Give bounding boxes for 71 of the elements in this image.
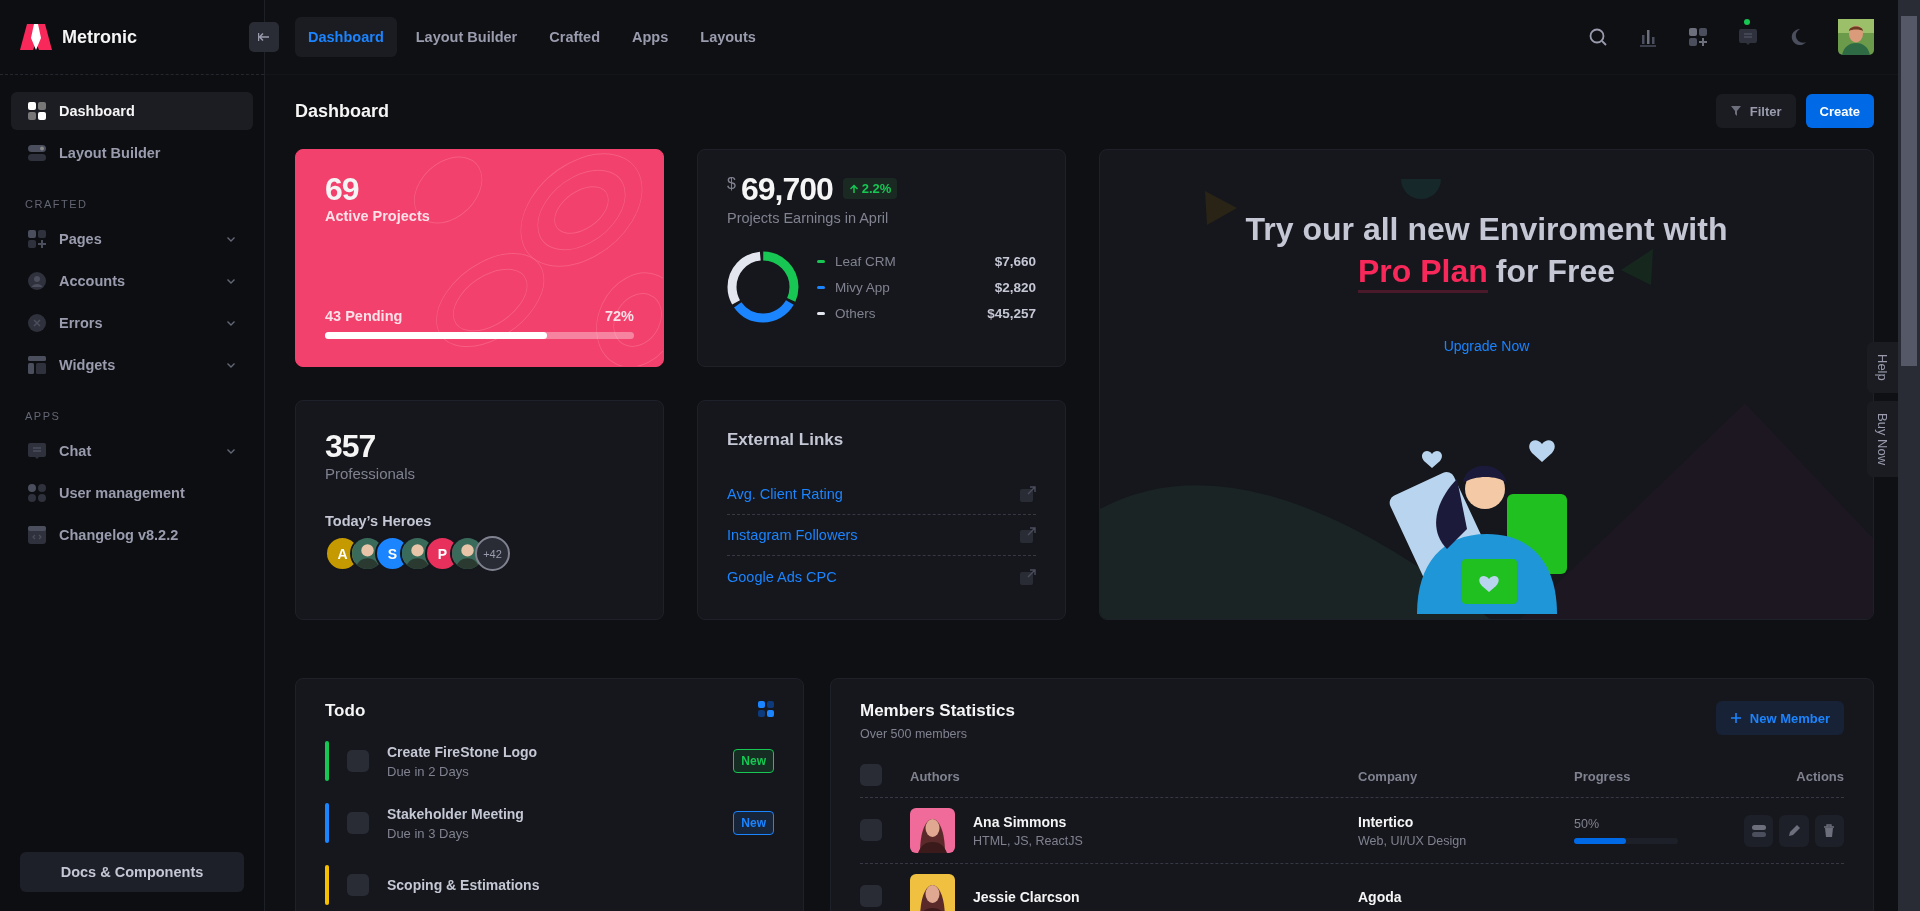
member-name: Jessie Clarcson	[973, 888, 1080, 905]
page-title: Dashboard	[295, 100, 391, 122]
percent-label: 72%	[604, 308, 634, 324]
sidebar-item[interactable]: Pages	[11, 220, 253, 258]
banner-highlight: Pro Plan	[1358, 253, 1488, 293]
nav-tab[interactable]: Crafted	[536, 17, 614, 57]
progress-label: 50%	[1574, 817, 1601, 831]
status-badge: New	[733, 811, 774, 835]
stat-label: Professionals	[325, 465, 417, 482]
heroes-title: Today’s Heroes	[325, 513, 433, 529]
due-date: Due in 3 Days	[387, 825, 470, 841]
external-link[interactable]: Google Ads CPC	[727, 568, 837, 585]
new-member-button[interactable]: New Member	[1715, 701, 1844, 735]
column-header: Progress	[1574, 768, 1631, 784]
member-name: Ana Simmons	[973, 813, 1068, 830]
legend-amount: $7,660	[994, 253, 1036, 269]
docs-button[interactable]: Docs & Components	[20, 852, 244, 892]
todo-title: Create FireStone Logo	[387, 743, 539, 760]
legend-amount: $2,820	[994, 279, 1036, 295]
todo-title: Stakeholder Meeting	[387, 805, 525, 822]
external-link[interactable]: Avg. Client Rating	[727, 486, 843, 502]
company-name: Intertico	[1358, 813, 1415, 830]
nav-tab[interactable]: Layouts	[687, 17, 769, 57]
external-link[interactable]: Instagram Followers	[727, 527, 858, 543]
brand-name: Metronic	[62, 26, 137, 48]
column-header: Company	[1358, 768, 1418, 784]
create-button[interactable]: Create	[1805, 94, 1874, 128]
legend-label: Others	[835, 305, 877, 321]
stat-value: 69	[325, 170, 360, 208]
filter-button[interactable]: Filter	[1715, 94, 1796, 128]
sidebar-item[interactable]: Layout Builder	[11, 134, 253, 172]
side-tab[interactable]: Help	[1867, 342, 1898, 393]
upgrade-link[interactable]: Upgrade Now	[1443, 338, 1530, 354]
earnings-caption: Projects Earnings in April	[727, 210, 890, 226]
more-count: +42	[475, 536, 510, 571]
earnings-value: 69,700	[740, 170, 833, 208]
banner-headline: Try our all new Enviroment with	[1245, 210, 1728, 249]
due-date: Due in 2 Days	[387, 763, 470, 779]
legend-amount: $45,257	[987, 305, 1036, 321]
column-header: Authors	[910, 768, 960, 784]
stat-value: 357	[325, 427, 377, 465]
status-badge: New	[733, 749, 774, 773]
member-skills: HTML, JS, ReactJS	[973, 833, 1083, 848]
nav-tab[interactable]: Dashboard	[295, 17, 397, 57]
change-badge: 2.2%	[842, 178, 898, 199]
nav-tab[interactable]: Apps	[619, 17, 682, 57]
banner-headline: for Free	[1495, 253, 1615, 291]
sidebar-item[interactable]: Accounts	[11, 262, 253, 300]
stat-label: Active Projects	[325, 208, 431, 224]
legend-label: Leaf CRM	[835, 253, 897, 269]
sidebar-item[interactable]: Changelog v8.2.2	[11, 516, 253, 554]
section-heading: APPS	[24, 409, 62, 424]
pending-count: 43 Pending	[325, 308, 403, 324]
company-name: Agoda	[1358, 888, 1403, 905]
card-title: External Links	[727, 430, 845, 450]
card-title: Todo	[325, 701, 366, 721]
sidebar-item[interactable]: Chat	[11, 432, 253, 470]
sidebar-item[interactable]: Dashboard	[11, 92, 253, 130]
sidebar-item[interactable]: Widgets	[11, 346, 253, 384]
nav-tab[interactable]: Layout Builder	[402, 17, 531, 57]
company-sector: Web, UI/UX Design	[1358, 833, 1468, 848]
currency-sign: $	[727, 175, 736, 193]
card-title: Members Statistics	[860, 701, 1015, 721]
side-tab[interactable]: Buy Now	[1867, 400, 1898, 477]
sidebar-item[interactable]: User management	[11, 474, 253, 512]
sidebar-item[interactable]: Errors	[11, 304, 253, 342]
todo-title: Scoping & Estimations	[387, 877, 541, 893]
column-header: Actions	[1796, 768, 1844, 784]
section-heading: CRAFTED	[24, 197, 89, 212]
card-subtitle: Over 500 members	[860, 727, 968, 741]
legend-label: Mivy App	[835, 279, 891, 295]
